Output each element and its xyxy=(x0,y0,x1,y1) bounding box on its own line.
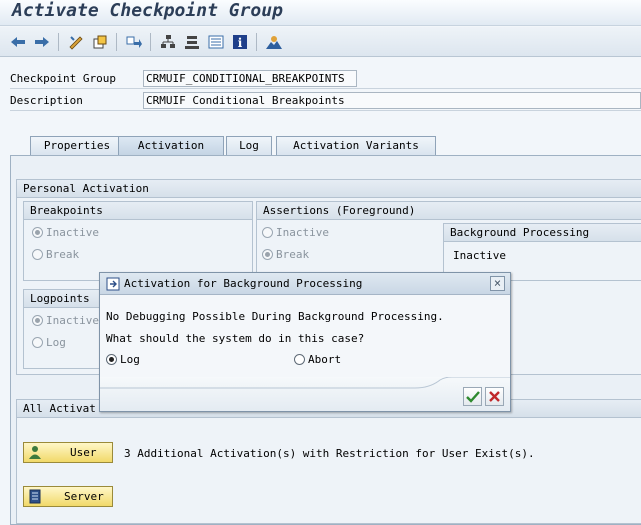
cancel-x-icon[interactable] xyxy=(485,387,504,406)
radio-icon xyxy=(262,249,273,260)
logpoints-log-radio[interactable]: Log xyxy=(32,335,66,351)
copy-icon[interactable] xyxy=(90,32,110,52)
checkpoint-group-label: Checkpoint Group xyxy=(10,72,116,85)
tab-activation-variants[interactable]: Activation Variants xyxy=(276,136,436,156)
breakpoints-break-radio[interactable]: Break xyxy=(32,247,79,263)
edit-pencil-icon[interactable] xyxy=(66,32,86,52)
page-title: Activate Checkpoint Group xyxy=(12,0,283,21)
radio-icon xyxy=(32,249,43,260)
tab-properties[interactable]: Properties xyxy=(30,136,124,156)
dialog-titlebar: Activation for Background Processing × xyxy=(100,273,510,295)
breakpoints-group: Breakpoints xyxy=(23,201,253,281)
tab-activation[interactable]: Activation xyxy=(118,136,224,156)
dialog-message-line2: What should the system do in this case? xyxy=(106,332,365,345)
background-processing-dialog: Activation for Background Processing × N… xyxy=(99,272,511,412)
radio-icon xyxy=(294,354,305,365)
transport-icon[interactable] xyxy=(124,32,144,52)
radio-icon xyxy=(32,337,43,348)
server-button[interactable]: Server xyxy=(23,486,113,507)
dialog-close-icon[interactable]: × xyxy=(490,276,505,291)
user-icon xyxy=(27,445,43,466)
dialog-footer xyxy=(100,377,510,411)
svg-text:i: i xyxy=(238,36,243,50)
application-toolbar: i xyxy=(0,27,641,57)
dialog-title: Activation for Background Processing xyxy=(124,277,363,290)
personal-activation-title: Personal Activation xyxy=(17,180,641,198)
server-icon xyxy=(27,489,43,510)
breakpoints-title: Breakpoints xyxy=(24,202,252,220)
dialog-window-icon xyxy=(106,277,120,294)
dialog-message-line1: No Debugging Possible During Background … xyxy=(106,310,444,323)
user-activation-message: 3 Additional Activation(s) with Restrict… xyxy=(124,447,535,460)
info-icon[interactable]: i xyxy=(230,32,250,52)
dialog-abort-radio[interactable]: Abort xyxy=(294,352,341,368)
user-button[interactable]: User xyxy=(23,442,113,463)
assertions-break-radio[interactable]: Break xyxy=(262,247,309,263)
user-mountain-icon[interactable] xyxy=(264,32,284,52)
radio-icon xyxy=(32,227,43,238)
logpoints-inactive-radio[interactable]: Inactive xyxy=(32,313,99,329)
title-bar: Activate Checkpoint Group xyxy=(0,0,641,26)
back-icon[interactable] xyxy=(8,32,28,52)
description-field[interactable]: CRMUIF Conditional Breakpoints xyxy=(143,92,641,109)
confirm-check-icon[interactable] xyxy=(463,387,482,406)
background-processing-value: Inactive xyxy=(453,249,506,262)
tab-log[interactable]: Log xyxy=(226,136,272,156)
radio-icon xyxy=(106,354,117,365)
radio-icon xyxy=(32,315,43,326)
dialog-log-radio[interactable]: Log xyxy=(106,352,140,368)
radio-icon xyxy=(262,227,273,238)
stack-icon[interactable] xyxy=(182,32,202,52)
assertions-title: Assertions (Foreground) xyxy=(257,202,641,220)
forward-icon[interactable] xyxy=(32,32,52,52)
background-processing-title: Background Processing xyxy=(444,224,641,242)
list-icon[interactable] xyxy=(206,32,226,52)
hierarchy-icon[interactable] xyxy=(158,32,178,52)
description-label: Description xyxy=(10,94,83,107)
assertions-inactive-radio[interactable]: Inactive xyxy=(262,225,329,241)
breakpoints-inactive-radio[interactable]: Inactive xyxy=(32,225,99,241)
checkpoint-group-field[interactable]: CRMUIF_CONDITIONAL_BREAKPOINTS xyxy=(143,70,357,87)
